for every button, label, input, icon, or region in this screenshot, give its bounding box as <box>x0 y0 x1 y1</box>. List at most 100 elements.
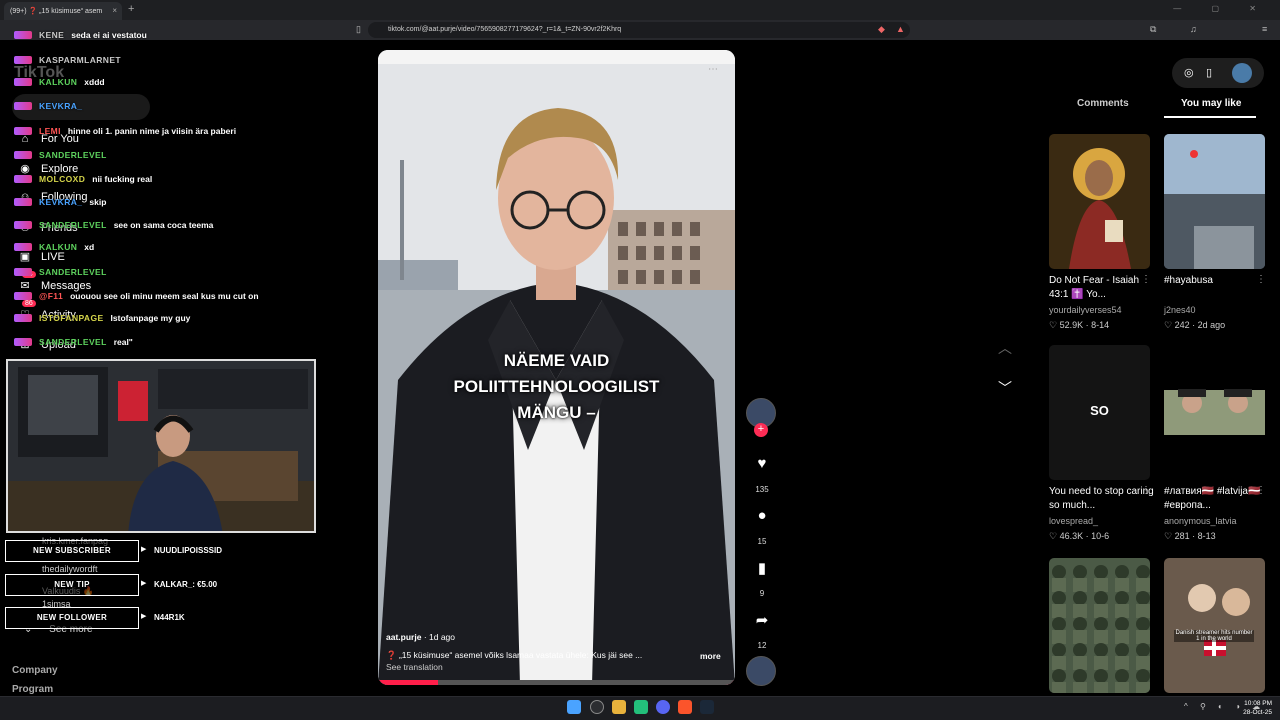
chat-text: xd <box>84 242 95 252</box>
menu-icon[interactable]: ≡ <box>1262 24 1267 34</box>
like-count: 135 <box>755 485 769 494</box>
chat-message: KEVKRA_ <box>14 101 89 111</box>
system-tray-icons[interactable]: ^ ⚲ ◐ ◑ ☁ <box>1184 702 1265 711</box>
thumbnail-overlay-text: Danish streamer hits number 1 in the wor… <box>1174 630 1254 642</box>
share-icon[interactable]: ➦ <box>752 611 772 629</box>
video-thumbnail[interactable]: Danish streamer hits number 1 in the wor… <box>1164 558 1265 693</box>
browser-tab[interactable]: (99+) ❓ „15 küsimuse“ asem × <box>4 2 122 20</box>
video-thumbnail[interactable] <box>1049 558 1150 693</box>
follow-plus-icon[interactable]: + <box>754 423 768 437</box>
discord-icon[interactable] <box>656 700 670 714</box>
card-meta: ♡ 52.9K · 8-14 <box>1049 320 1109 331</box>
card-meta: ♡ 46.3K · 10-6 <box>1049 531 1109 542</box>
chat-message: SANDERLEVEL real" <box>14 337 133 347</box>
card-author[interactable]: yourdailyverses54 <box>1049 305 1122 315</box>
search-icon[interactable] <box>590 700 604 714</box>
chat-badge-icon <box>14 78 32 86</box>
card-author[interactable]: lovespread_ <box>1049 516 1098 526</box>
card-title[interactable]: Do Not Fear - Isaiah 43:1 ✝️ Yo... <box>1049 274 1154 302</box>
chat-text: nii fucking real <box>92 174 153 184</box>
sidebar-item-label: Explore <box>41 162 79 175</box>
chat-username: SANDERLEVEL <box>39 337 107 347</box>
card-more-icon[interactable]: ⋮ <box>1141 274 1151 285</box>
window-controls[interactable]: — ▢ ✕ <box>1173 4 1270 13</box>
address-bar[interactable]: tiktok.com/@aat.purje/video/756590827717… <box>368 22 910 38</box>
app-icon[interactable] <box>634 700 648 714</box>
rewards-icon[interactable]: ▲ <box>896 24 905 34</box>
video-description: ❓ „15 küsimuse“ asemel võiks lsamaa vast… <box>386 650 643 660</box>
chat-username: @F11 <box>39 291 64 301</box>
like-heart-icon[interactable]: ♥ <box>752 455 772 472</box>
video-caption: NÄEME VAID POLIITTEHNOLOOGILIST MÄNGU – <box>453 351 660 422</box>
steam-icon[interactable] <box>700 700 714 714</box>
profile-avatar[interactable] <box>1232 63 1252 83</box>
extensions-icon[interactable]: ⧉ <box>1150 24 1156 35</box>
new-tab-button[interactable]: + <box>128 3 134 15</box>
chat-message: KASPARMLARNET <box>14 55 128 65</box>
more-link[interactable]: more <box>700 651 721 661</box>
card-more-icon[interactable]: ⋮ <box>1256 274 1266 285</box>
video-thumbnail[interactable] <box>1164 134 1265 269</box>
bookmark-icon[interactable]: ▯ <box>356 24 361 35</box>
card-author[interactable]: anonymous_latvia <box>1164 516 1237 526</box>
card-more-icon[interactable]: ⋮ <box>1141 485 1151 496</box>
chat-badge-icon <box>14 292 32 300</box>
more-options-icon[interactable]: ⋯ <box>708 64 718 75</box>
media-icon[interactable]: ♫ <box>1190 24 1197 34</box>
chat-message: SANDERLEVEL see on sama coca teema <box>14 220 213 230</box>
chat-username: LEMI <box>39 126 61 136</box>
brave-shield-icon[interactable]: ◆ <box>878 24 885 35</box>
chat-text: real" <box>113 337 133 347</box>
chat-username: ISTOFANPAGE <box>39 313 104 323</box>
bookmark-save-icon[interactable]: ▮ <box>752 559 772 577</box>
chat-text: hinne oli 1. panin nime ja viisin ära pa… <box>67 126 237 136</box>
alert-label: NEW FOLLOWER <box>5 607 139 629</box>
thumbnail-overlay-text: SO <box>1090 403 1109 418</box>
coins-icon[interactable]: ◎ <box>1184 66 1194 79</box>
heart-outline-icon: ♡ <box>1164 531 1175 541</box>
comment-icon[interactable]: ● <box>752 507 772 524</box>
card-author[interactable]: j2nes40 <box>1164 305 1196 315</box>
card-more-icon[interactable]: ⋮ <box>1256 485 1266 496</box>
chat-message: MOLCOXD nii fucking real <box>14 174 152 184</box>
see-translation-link[interactable]: See translation <box>386 662 443 672</box>
file-explorer-icon[interactable] <box>612 700 626 714</box>
comment-count: 15 <box>757 537 767 546</box>
tab-comments[interactable]: Comments <box>1077 98 1129 109</box>
card-date: 8-13 <box>1197 531 1216 541</box>
previous-video-chevron-up-icon[interactable]: ︿ <box>998 338 1012 358</box>
heart-outline-icon: ♡ <box>1164 320 1175 330</box>
card-title[interactable]: #hayabusa <box>1164 274 1269 302</box>
chat-text: Istofanpage my guy <box>110 313 191 323</box>
video-player[interactable]: NÄEME VAID POLIITTEHNOLOOGILIST MÄNGU – … <box>378 50 735 685</box>
chat-badge-icon <box>14 102 32 110</box>
webcam-overlay <box>6 359 316 533</box>
footer-program[interactable]: Program <box>12 684 53 695</box>
close-tab-icon[interactable]: × <box>112 6 117 15</box>
chat-message: KALKUN xddd <box>14 77 105 87</box>
video-thumbnail[interactable] <box>1049 134 1150 269</box>
card-date: 2d ago <box>1197 320 1226 330</box>
video-author[interactable]: aat.purje <box>386 632 421 642</box>
video-thumbnail[interactable]: SO <box>1049 345 1150 480</box>
card-title[interactable]: #латвия🇱🇻 #latvija🇱🇻 #европа... <box>1164 485 1269 513</box>
brave-icon[interactable] <box>678 700 692 714</box>
card-likes: 242 <box>1174 320 1190 330</box>
chat-text: see on sama coca teema <box>113 220 214 230</box>
header-actions: ◎ ▯ <box>1172 58 1264 88</box>
device-icon[interactable]: ▯ <box>1206 66 1212 79</box>
chat-username: MOLCOXD <box>39 174 86 184</box>
card-likes: 281 <box>1174 531 1190 541</box>
chat-badge-icon <box>14 268 32 276</box>
chat-message: LEMI hinne oli 1. panin nime ja viisin är… <box>14 126 236 136</box>
tab-you-may-like[interactable]: You may like <box>1181 98 1241 109</box>
next-video-chevron-down-icon[interactable]: ﹀ <box>998 378 1012 398</box>
video-thumbnail[interactable] <box>1164 345 1265 480</box>
sound-disc-icon[interactable] <box>746 656 776 686</box>
chat-text: seda ei ai vestatou <box>71 30 147 40</box>
footer-company[interactable]: Company <box>12 665 58 676</box>
following-account[interactable]: thedailywordft <box>42 564 98 574</box>
card-title[interactable]: You need to stop caring so much... <box>1049 485 1154 513</box>
start-icon[interactable] <box>567 700 581 714</box>
chat-badge-icon <box>14 243 32 251</box>
